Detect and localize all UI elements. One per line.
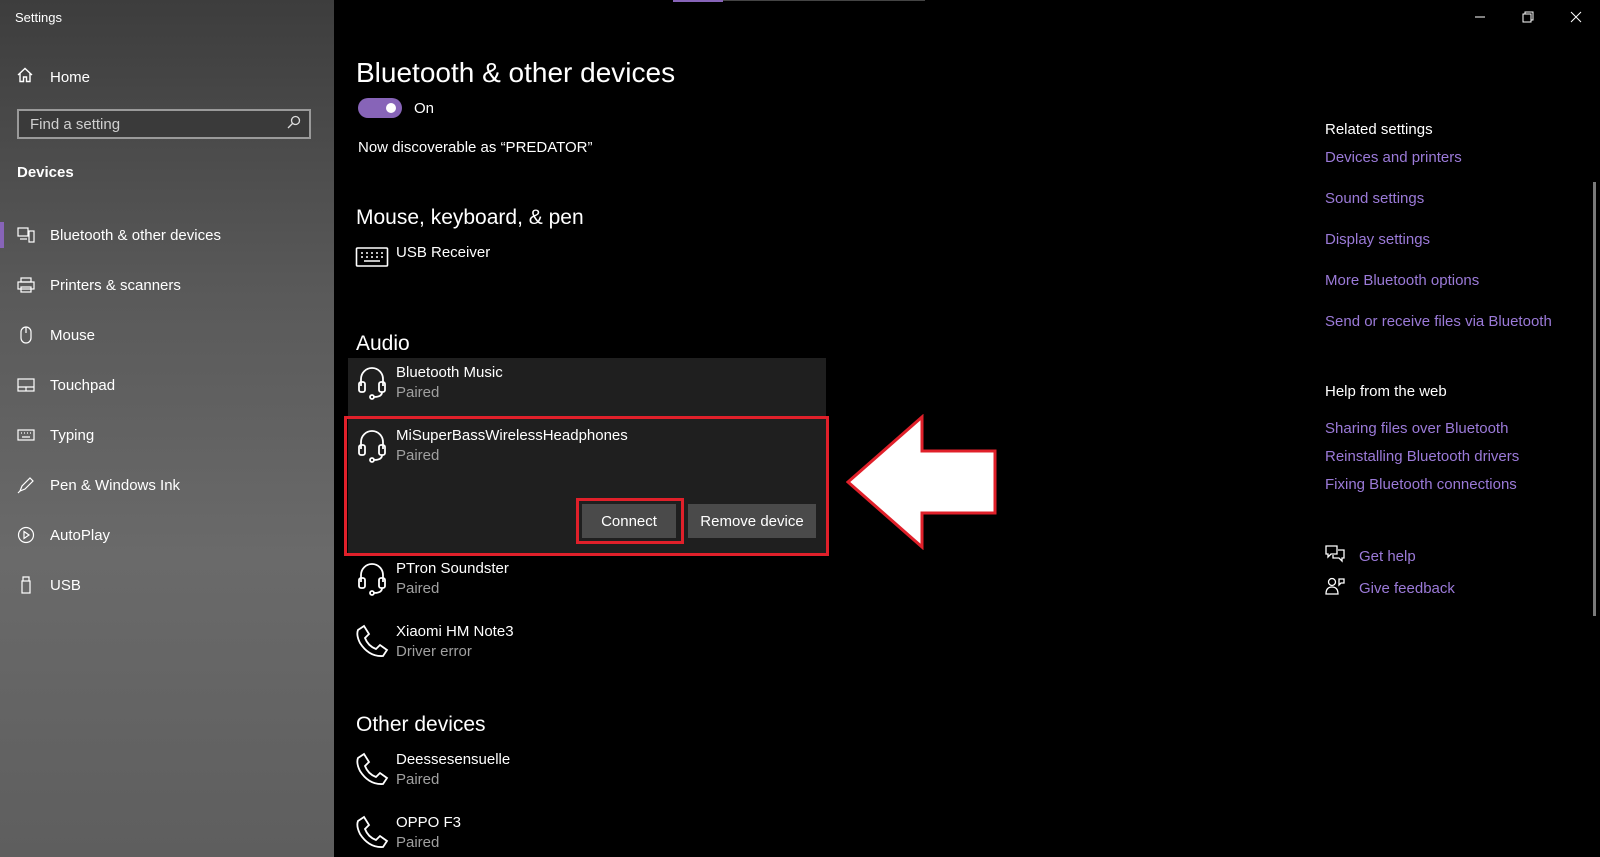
app-title: Settings — [15, 10, 62, 25]
sidebar-item-label: AutoPlay — [50, 526, 111, 544]
home-label: Home — [50, 68, 91, 86]
device-name: Xiaomi HM Note3 — [396, 623, 514, 640]
sidebar-item-label: Pen & Windows Ink — [50, 476, 181, 494]
device-xiaomi-hm-note3[interactable]: Xiaomi HM Note3 Driver error — [348, 617, 826, 675]
device-name: USB Receiver — [396, 244, 491, 261]
toggle-state-label: On — [414, 99, 435, 117]
device-status: Paired — [396, 580, 440, 597]
give-feedback-label: Give feedback — [1359, 579, 1455, 597]
device-name: OPPO F3 — [396, 814, 462, 831]
remove-device-button[interactable]: Remove device — [688, 504, 816, 538]
device-oppo-f3[interactable]: OPPO F3 Paired — [348, 808, 826, 857]
bluetooth-toggle-row: On — [358, 98, 434, 118]
sidebar: Settings Home Devices Bluetooth & other … — [0, 0, 334, 857]
minimize-button[interactable] — [1456, 0, 1504, 34]
sidebar-item-label: Mouse — [50, 326, 96, 344]
device-name: Deessesensuelle — [396, 751, 511, 768]
chat-help-icon — [1325, 545, 1345, 567]
usb-icon — [16, 575, 36, 595]
link-more-bluetooth-options[interactable]: More Bluetooth options — [1325, 272, 1479, 289]
title-accent — [673, 0, 723, 2]
device-ptron-soundster[interactable]: PTron Soundster Paired — [348, 554, 826, 612]
sidebar-item-label: Printers & scanners — [50, 276, 181, 294]
search-icon[interactable] — [287, 115, 301, 134]
page-title: Bluetooth & other devices — [356, 57, 676, 88]
sidebar-item-label: Bluetooth & other devices — [50, 226, 221, 244]
device-usb-receiver[interactable]: USB Receiver — [348, 238, 826, 278]
bluetooth-devices-icon — [16, 225, 36, 245]
sidebar-item-autoplay[interactable]: AutoPlay — [0, 510, 334, 560]
phone-icon — [348, 808, 396, 850]
help-from-web-heading: Help from the web — [1325, 383, 1447, 400]
restore-button[interactable] — [1504, 0, 1552, 34]
headset-icon — [348, 554, 396, 596]
sidebar-item-label: Typing — [50, 426, 95, 444]
sidebar-item-bluetooth[interactable]: Bluetooth & other devices — [0, 210, 334, 260]
mouse-icon — [16, 325, 36, 345]
group-title-other-devices: Other devices — [356, 713, 486, 736]
device-deessesensuelle[interactable]: Deessesensuelle Paired — [348, 745, 826, 803]
device-misuperbass[interactable]: MiSuperBassWirelessHeadphones Paired — [348, 421, 826, 479]
feedback-icon — [1325, 577, 1345, 599]
device-status: Paired — [396, 384, 440, 401]
link-sound-settings[interactable]: Sound settings — [1325, 190, 1424, 207]
title-divider — [723, 0, 925, 1]
sidebar-item-label: USB — [50, 576, 81, 594]
sidebar-item-typing[interactable]: Typing — [0, 410, 334, 460]
sidebar-item-label: Touchpad — [50, 376, 116, 394]
home-nav-item[interactable]: Home — [16, 66, 90, 88]
get-help-label: Get help — [1359, 547, 1416, 565]
device-name: MiSuperBassWirelessHeadphones — [396, 427, 628, 444]
link-display-settings[interactable]: Display settings — [1325, 231, 1430, 248]
section-label-devices: Devices — [17, 164, 74, 181]
phone-icon — [348, 617, 396, 659]
connect-button[interactable]: Connect — [582, 504, 676, 538]
device-bluetooth-music[interactable]: Bluetooth Music Paired — [348, 358, 826, 416]
keyboard-icon — [348, 238, 396, 268]
sidebar-item-printers[interactable]: Printers & scanners — [0, 260, 334, 310]
link-send-receive-files[interactable]: Send or receive files via Bluetooth — [1325, 313, 1552, 330]
get-help-link[interactable]: Get help — [1325, 545, 1416, 567]
printer-icon — [16, 275, 36, 295]
device-status: Paired — [396, 834, 440, 851]
keyboard-icon — [16, 425, 36, 445]
sidebar-item-pen[interactable]: Pen & Windows Ink — [0, 460, 334, 510]
give-feedback-link[interactable]: Give feedback — [1325, 577, 1455, 599]
sidebar-item-mouse[interactable]: Mouse — [0, 310, 334, 360]
related-settings-heading: Related settings — [1325, 121, 1433, 138]
bluetooth-toggle[interactable] — [358, 98, 402, 118]
sidebar-item-touchpad[interactable]: Touchpad — [0, 360, 334, 410]
home-icon — [16, 66, 34, 88]
link-sharing-files[interactable]: Sharing files over Bluetooth — [1325, 420, 1508, 437]
group-title-mouse-keyboard: Mouse, keyboard, & pen — [356, 206, 584, 229]
sidebar-item-usb[interactable]: USB — [0, 560, 334, 610]
device-status: Driver error — [396, 643, 472, 660]
scrollbar[interactable] — [1593, 182, 1596, 616]
headset-icon — [348, 421, 396, 463]
discoverable-text: Now discoverable as “PREDATOR” — [358, 139, 593, 156]
device-status: Paired — [396, 447, 440, 464]
window-controls — [1456, 0, 1600, 34]
link-devices-and-printers[interactable]: Devices and printers — [1325, 149, 1462, 166]
close-button[interactable] — [1552, 0, 1600, 34]
headset-icon — [348, 358, 396, 400]
device-name: Bluetooth Music — [396, 364, 503, 381]
device-expanded-panel: MiSuperBassWirelessHeadphones Paired Con… — [348, 418, 826, 556]
group-title-audio: Audio — [356, 332, 410, 355]
phone-icon — [348, 745, 396, 787]
autoplay-icon — [16, 525, 36, 545]
device-name: PTron Soundster — [396, 560, 509, 577]
touchpad-icon — [16, 375, 36, 395]
device-status: Paired — [396, 771, 440, 788]
search-input[interactable] — [30, 115, 270, 133]
link-fixing-connections[interactable]: Fixing Bluetooth connections — [1325, 476, 1517, 493]
annotation-arrow-icon — [846, 414, 997, 550]
search-box[interactable] — [17, 109, 311, 139]
link-reinstalling-drivers[interactable]: Reinstalling Bluetooth drivers — [1325, 448, 1519, 465]
sidebar-nav: Bluetooth & other devices Printers & sca… — [0, 210, 334, 610]
pen-icon — [16, 475, 36, 495]
